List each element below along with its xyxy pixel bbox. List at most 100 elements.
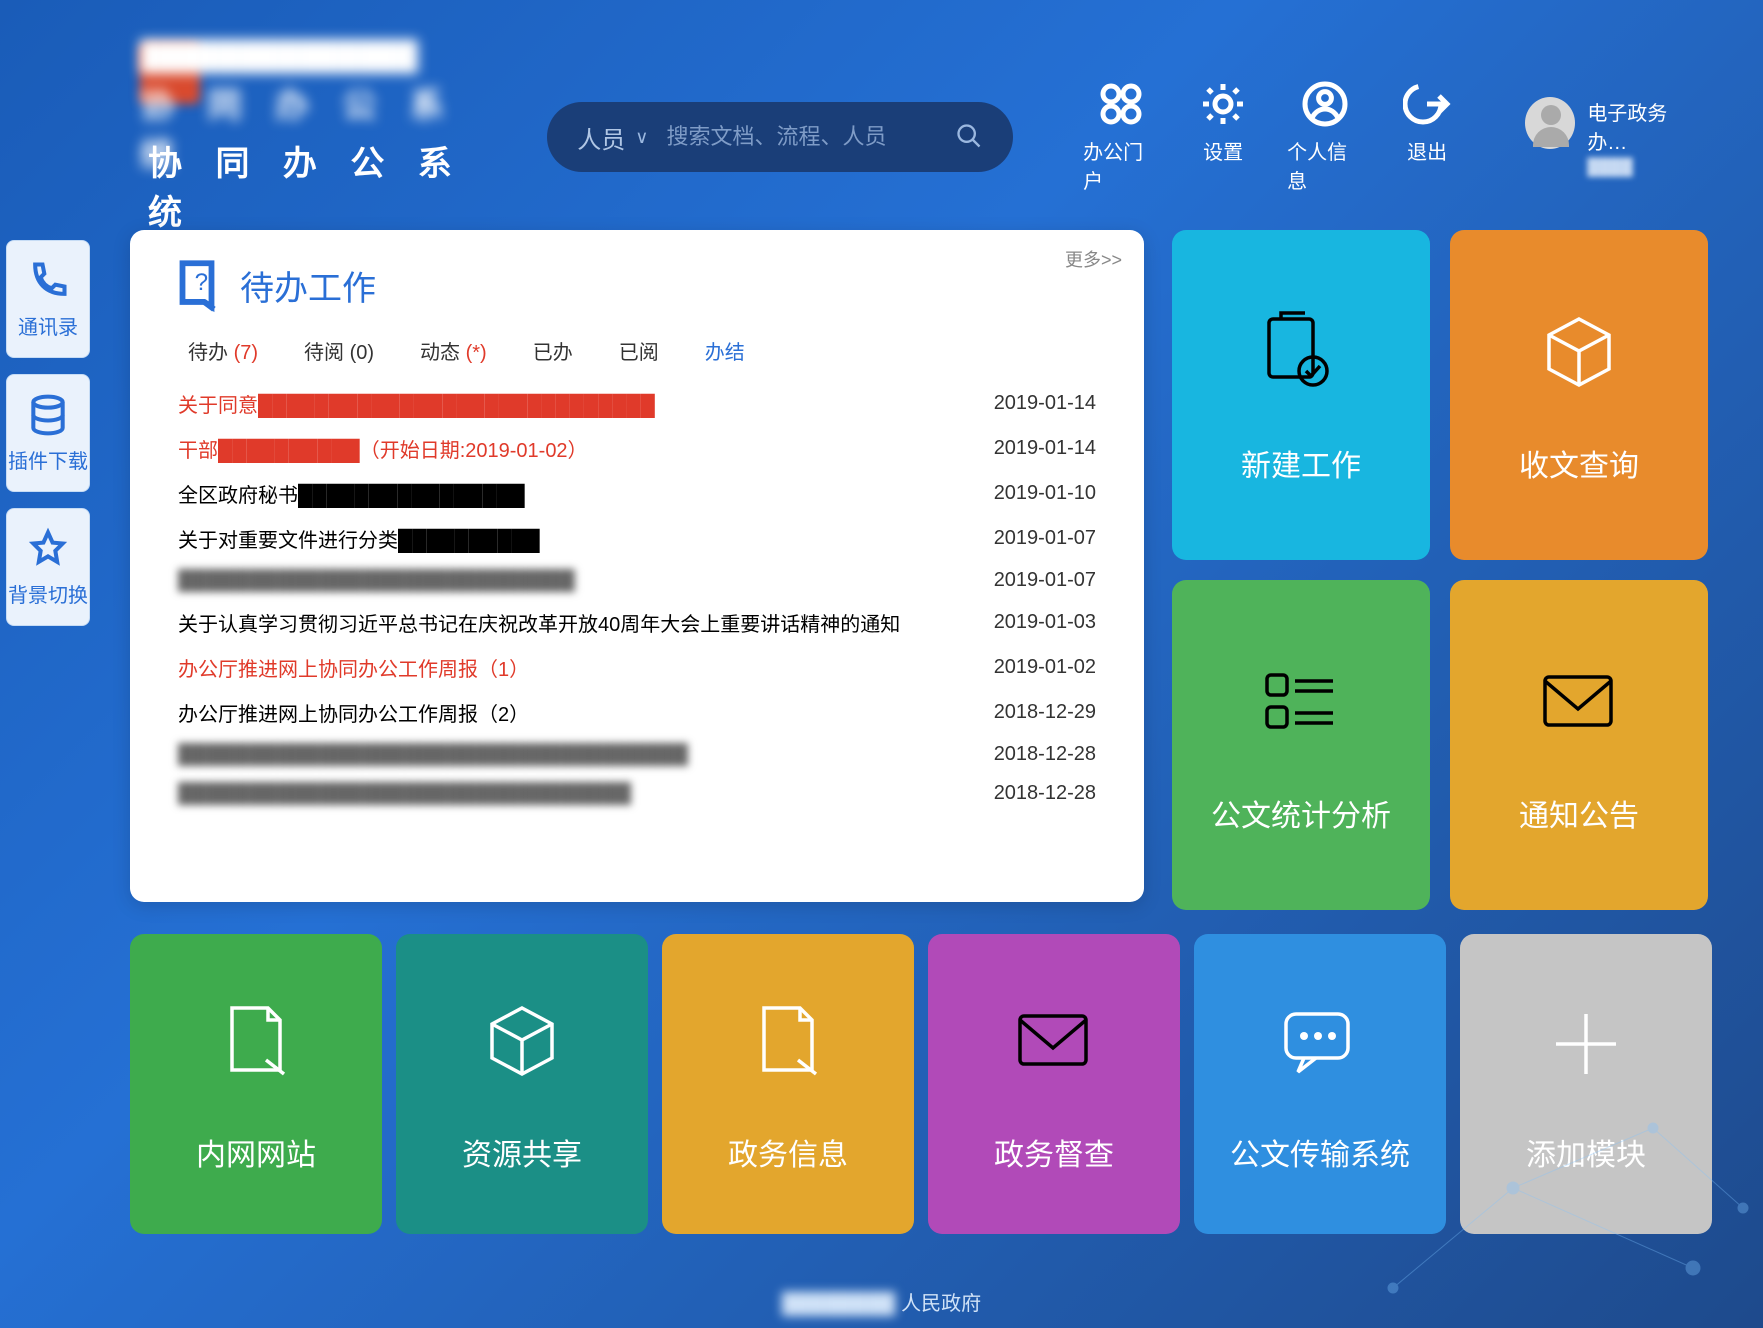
chevron-down-icon: ∨ <box>635 127 648 148</box>
nav-portal[interactable]: 办公门户 <box>1083 80 1159 194</box>
doc-check-icon <box>1251 305 1351 405</box>
user-name: 电子政务办… <box>1587 97 1703 155</box>
task-title: 办公厅推进网上协同办公工作周报（2） <box>178 698 529 727</box>
tile-label: 收文查询 <box>1519 441 1639 485</box>
task-title: 关于认真学习贯彻习近平总书记在庆祝改革开放40周年大会上重要讲话精神的通知 <box>178 608 900 637</box>
task-title: 关于同意████████████████████████████ <box>178 389 655 418</box>
tile-label: 新建工作 <box>1241 441 1361 485</box>
task-date: 2018-12-28 <box>994 782 1096 805</box>
search-icon <box>955 122 983 150</box>
task-row[interactable]: 关于同意████████████████████████████ 2019-01-… <box>174 381 1100 426</box>
more-link[interactable]: 更多>> <box>1065 246 1122 272</box>
tile-label: 通知公告 <box>1519 791 1639 835</box>
task-title: 关于对重要文件进行分类██████████ <box>178 524 540 553</box>
search-button[interactable] <box>955 122 983 153</box>
task-date: 2019-01-07 <box>994 527 1096 550</box>
database-icon <box>26 393 70 437</box>
plus-icon <box>1536 994 1636 1094</box>
side-dock: 通讯录 插件下载 背景切换 <box>6 240 90 626</box>
nav-settings[interactable]: 设置 <box>1185 80 1261 194</box>
task-row[interactable]: 办公厅推进网上协同办公工作周报（1） 2019-01-02 <box>174 645 1100 690</box>
star-icon <box>26 527 70 571</box>
task-date: 2019-01-14 <box>994 392 1096 415</box>
panel-title: 待办工作 <box>240 261 376 310</box>
tile-label: 资源共享 <box>462 1130 582 1174</box>
task-title: 全区政府秘书████████████████ <box>178 479 525 508</box>
todo-icon: ? <box>168 256 226 314</box>
task-row[interactable]: ████████████████████████████████ 2018-12-… <box>174 774 1100 813</box>
task-title: ████████████████████████████ <box>178 569 575 592</box>
tab-3[interactable]: 已办 <box>533 336 573 365</box>
tile-添加模块[interactable]: 添加模块 <box>1460 934 1712 1234</box>
phone-icon <box>26 259 70 303</box>
doc-edit-icon <box>206 994 306 1094</box>
header: ██████████████ 协 同 办 公 系 统 协 同 办 公 系 统 人… <box>0 0 1763 264</box>
tab-2[interactable]: 动态 (*) <box>420 336 487 365</box>
tab-4[interactable]: 已阅 <box>619 336 659 365</box>
tile-label: 公文统计分析 <box>1211 791 1391 835</box>
tab-0[interactable]: 待办 (7) <box>188 336 258 365</box>
task-title: 办公厅推进网上协同办公工作周报（1） <box>178 653 529 682</box>
avatar <box>1525 97 1575 149</box>
footer: ████████人民政府 <box>0 1287 1763 1316</box>
task-title: ████████████████████████████████████ <box>178 743 688 766</box>
task-row[interactable]: 办公厅推进网上协同办公工作周报（2） 2018-12-29 <box>174 690 1100 735</box>
doc-edit-icon <box>738 994 838 1094</box>
dock-contacts[interactable]: 通讯录 <box>6 240 90 358</box>
search-scope-selector[interactable]: 人员 <box>577 120 625 155</box>
user-sub: ████ <box>1587 159 1703 177</box>
tile-label: 添加模块 <box>1526 1130 1646 1174</box>
search-input[interactable] <box>666 124 955 150</box>
task-date: 2019-01-07 <box>994 569 1096 592</box>
dock-plugin-download[interactable]: 插件下载 <box>6 374 90 492</box>
task-date: 2018-12-28 <box>994 743 1096 766</box>
task-row[interactable]: 关于认真学习贯彻习近平总书记在庆祝改革开放40周年大会上重要讲话精神的通知 201… <box>174 600 1100 645</box>
list-icon <box>1251 655 1351 755</box>
task-list: 关于同意████████████████████████████ 2019-01-… <box>160 381 1114 813</box>
tile-公文统计分析[interactable]: 公文统计分析 <box>1172 580 1430 910</box>
task-title: 干部██████████（开始日期:2019-01-02） <box>178 434 588 463</box>
nav-logout[interactable]: 退出 <box>1389 80 1465 194</box>
todo-panel: 更多>> ? 待办工作 待办 (7) 待阅 (0) 动态 (*) 已办 已阅 办结 关… <box>130 230 1144 902</box>
task-date: 2019-01-03 <box>994 611 1096 634</box>
app-logo: ██████████████ 协 同 办 公 系 统 协 同 办 公 系 统 <box>140 40 507 234</box>
tab-1[interactable]: 待阅 (0) <box>304 336 374 365</box>
tile-公文传输系统[interactable]: 公文传输系统 <box>1194 934 1446 1234</box>
footer-text: 人民政府 <box>901 1293 981 1315</box>
tiles-right: 新建工作 收文查询公文统计分析 通知公告 <box>1172 230 1708 910</box>
tile-收文查询[interactable]: 收文查询 <box>1450 230 1708 560</box>
task-date: 2019-01-02 <box>994 656 1096 679</box>
tile-政务信息[interactable]: 政务信息 <box>662 934 914 1234</box>
tile-label: 公文传输系统 <box>1230 1130 1410 1174</box>
gear-icon <box>1199 80 1247 128</box>
task-row[interactable]: 干部██████████（开始日期:2019-01-02）2019-01-14 <box>174 426 1100 471</box>
search-bar[interactable]: 人员 ∨ <box>547 102 1013 172</box>
task-date: 2019-01-10 <box>994 482 1096 505</box>
tile-label: 政务信息 <box>728 1130 848 1174</box>
user-menu[interactable]: 电子政务办… ████ <box>1525 97 1703 177</box>
tile-label: 政务督查 <box>994 1130 1114 1174</box>
task-row[interactable]: 全区政府秘书████████████████ 2019-01-10 <box>174 471 1100 516</box>
chat-icon <box>1270 994 1370 1094</box>
task-row[interactable]: ████████████████████████████████████ 2018… <box>174 735 1100 774</box>
grid-icon <box>1097 80 1145 128</box>
task-date: 2018-12-29 <box>994 701 1096 724</box>
dock-background-switch[interactable]: 背景切换 <box>6 508 90 626</box>
svg-text:?: ? <box>195 269 208 296</box>
tile-label: 内网网站 <box>196 1130 316 1174</box>
logout-icon <box>1403 80 1451 128</box>
cube-icon <box>472 994 572 1094</box>
mail-icon <box>1529 655 1629 755</box>
tile-通知公告[interactable]: 通知公告 <box>1450 580 1708 910</box>
tile-政务督查[interactable]: 政务督查 <box>928 934 1180 1234</box>
task-row[interactable]: ████████████████████████████ 2019-01-07 <box>174 561 1100 600</box>
tile-资源共享[interactable]: 资源共享 <box>396 934 648 1234</box>
tab-5[interactable]: 办结 <box>705 336 745 365</box>
tile-内网网站[interactable]: 内网网站 <box>130 934 382 1234</box>
task-title: ████████████████████████████████ <box>178 782 631 805</box>
mail-icon <box>1004 994 1104 1094</box>
tile-新建工作[interactable]: 新建工作 <box>1172 230 1430 560</box>
user-icon <box>1301 80 1349 128</box>
nav-profile[interactable]: 个人信息 <box>1287 80 1363 194</box>
task-row[interactable]: 关于对重要文件进行分类██████████ 2019-01-07 <box>174 516 1100 561</box>
